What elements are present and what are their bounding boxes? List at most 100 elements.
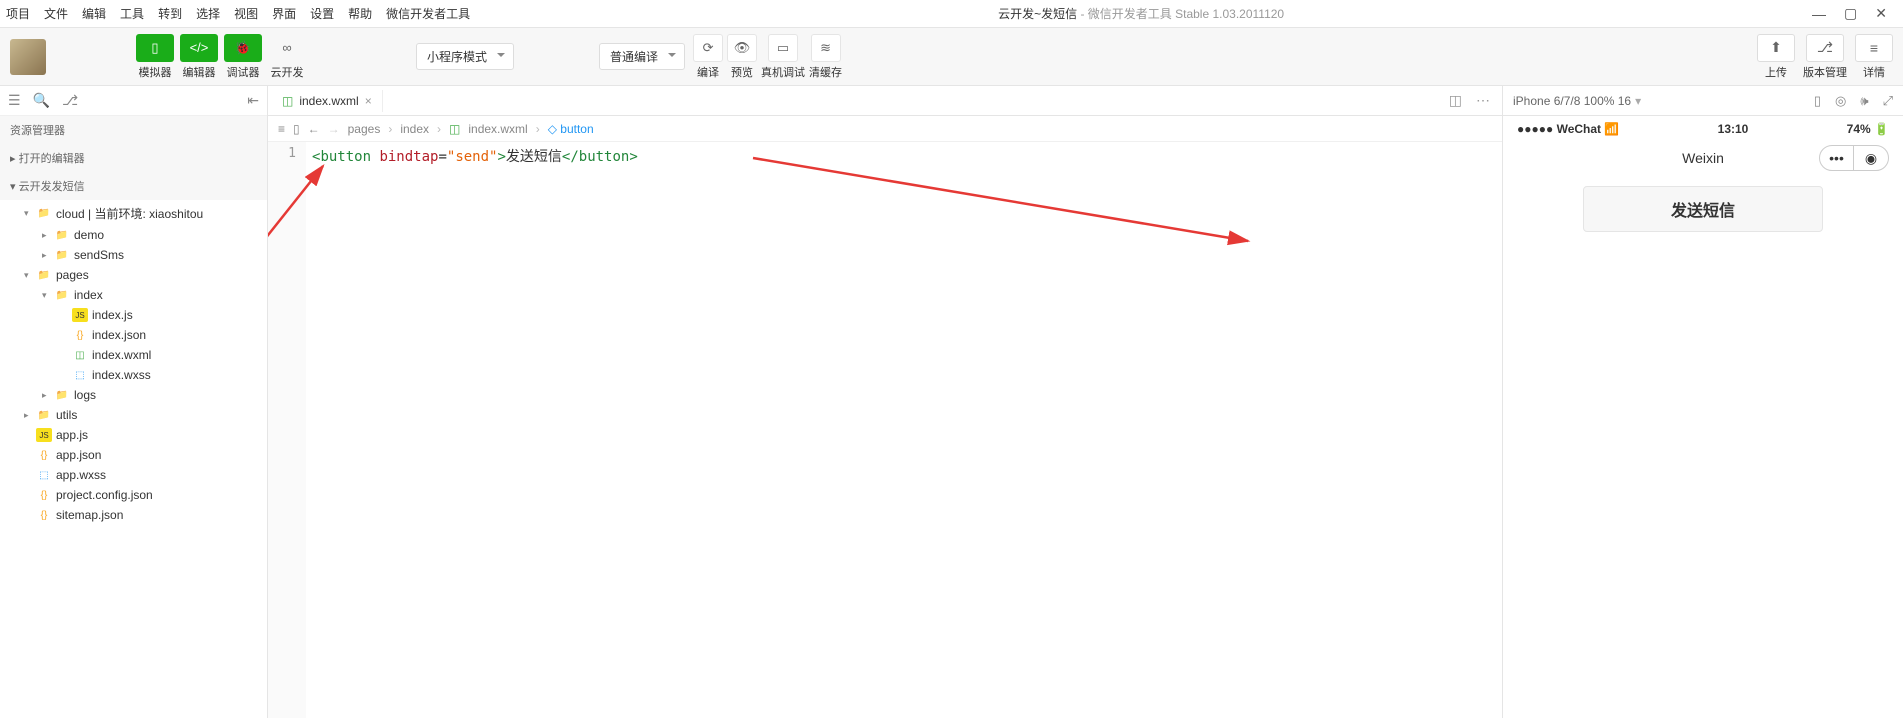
search-icon[interactable]: 🔍 [33,92,50,109]
bc-element[interactable]: ◇ button [548,122,594,136]
simulator-button[interactable]: ▯ 模拟器 [136,34,174,80]
compile-dropdown[interactable]: 普通编译 [599,43,685,70]
branch-icon[interactable]: ⎇ [62,92,78,109]
list-icon[interactable]: ☰ [8,92,21,109]
bc-pages[interactable]: pages [348,122,381,136]
open-editors-header[interactable]: ▸ 打开的编辑器 [0,144,267,172]
collapse-icon[interactable]: ⇤ [247,92,259,109]
close-icon[interactable]: ✕ [1875,5,1887,22]
back-icon[interactable]: ← [308,122,320,136]
chevron-down-icon[interactable]: ▾ [1635,94,1641,108]
stack-icon: ≋ [811,34,841,62]
phone-body: 发送短信 [1503,174,1903,244]
bc-index[interactable]: index [400,122,429,136]
tab-close-icon[interactable]: × [365,94,372,108]
version-button[interactable]: ⎇版本管理 [1803,34,1847,80]
tree-item-pages[interactable]: ▾📁pages [0,265,267,285]
toolbar: ▯ 模拟器 </> 编辑器 🐞 调试器 ∞ 云开发 小程序模式 普通编译 ⟳编译… [0,28,1903,86]
menu-微信开发者工具[interactable]: 微信开发者工具 [386,5,470,22]
tree-item-index-wxss[interactable]: ⬚index.wxss [0,365,267,385]
capsule-buttons: ••• ◉ [1819,145,1889,171]
branch-icon: ⎇ [1806,34,1844,62]
menu-项目[interactable]: 项目 [6,5,30,22]
split-icon[interactable]: ◫ [1449,92,1462,109]
tree-item-app-wxss[interactable]: ⬚app.wxss [0,465,267,485]
tree-item-project-config-json[interactable]: {}project.config.json [0,485,267,505]
device-selector[interactable]: iPhone 6/7/8 100% 16 [1513,94,1631,108]
capsule-more-icon[interactable]: ••• [1820,146,1854,170]
window-title: 云开发~发短信 - 微信开发者工具 Stable 1.03.2011120 [470,5,1812,22]
bug-icon: 🐞 [224,34,262,62]
menu-工具[interactable]: 工具 [120,5,144,22]
clear-cache-button[interactable]: ≋清缓存 [809,34,842,80]
bookmark-icon[interactable]: ▯ [293,122,300,136]
tree-item-cloud---------xiaoshitou[interactable]: ▾📁cloud | 当前环境: xiaoshitou [0,202,267,225]
menu-界面[interactable]: 界面 [272,5,296,22]
tree-item-app-js[interactable]: JSapp.js [0,425,267,445]
preview-button[interactable]: 👁预览 [727,34,757,80]
details-button[interactable]: ≡详情 [1855,34,1893,80]
menu-设置[interactable]: 设置 [310,5,334,22]
capsule-close-icon[interactable]: ◉ [1854,146,1888,170]
menu-转到[interactable]: 转到 [158,5,182,22]
tree-item-index-json[interactable]: {}index.json [0,325,267,345]
breadcrumb-row: ≡ ▯ ← → pages› index› ◫index.wxml› ◇ but… [268,116,1502,142]
tree-item-sendSms[interactable]: ▸📁sendSms [0,245,267,265]
mode-dropdown[interactable]: 小程序模式 [416,43,514,70]
doc-icon[interactable]: ≡ [278,122,285,136]
compile-button[interactable]: ⟳编译 [693,34,723,80]
tree-item-index-js[interactable]: JSindex.js [0,305,267,325]
refresh-icon: ⟳ [693,34,723,62]
project-header[interactable]: ▾ 云开发发短信 [0,172,267,200]
editor-button[interactable]: </> 编辑器 [180,34,218,80]
target-icon[interactable]: ◎ [1835,93,1846,109]
tree-item-utils[interactable]: ▸📁utils [0,405,267,425]
wifi-icon: 📶 [1604,122,1619,136]
minimize-icon[interactable]: — [1812,6,1826,22]
tree-item-demo[interactable]: ▸📁demo [0,225,267,245]
avatar[interactable] [10,39,46,75]
tree-item-index-wxml[interactable]: ◫index.wxml [0,345,267,365]
line-numbers: 1 [268,142,306,718]
nav-title: Weixin [1682,150,1724,166]
menubar: 项目文件编辑工具转到选择视图界面设置帮助微信开发者工具 [6,5,470,22]
eye-icon: 👁 [727,34,757,62]
debugger-button[interactable]: 🐞 调试器 [224,34,262,80]
file-tree: ▾📁cloud | 当前环境: xiaoshitou▸📁demo▸📁sendSm… [0,200,267,527]
titlebar: 项目文件编辑工具转到选择视图界面设置帮助微信开发者工具 云开发~发短信 - 微信… [0,0,1903,28]
simulator-header: iPhone 6/7/8 100% 16 ▾ ▯ ◎ 🕪 ⤢ [1503,86,1903,116]
more-icon[interactable]: ⋯ [1476,92,1490,109]
menu-视图[interactable]: 视图 [234,5,258,22]
send-sms-button[interactable]: 发送短信 [1583,186,1823,232]
device-icon[interactable]: ▯ [1814,93,1821,109]
menu-选择[interactable]: 选择 [196,5,220,22]
device-icon: ▭ [768,34,798,62]
remote-debug-button[interactable]: ▭真机调试 [761,34,805,80]
tree-item-sitemap-json[interactable]: {}sitemap.json [0,505,267,525]
explorer-header: 资源管理器 [0,116,267,144]
cloud-icon: ∞ [268,34,306,62]
tree-item-index[interactable]: ▾📁index [0,285,267,305]
tab-row: ◫ index.wxml × ◫ ⋯ [268,86,1502,116]
simulator-pane: iPhone 6/7/8 100% 16 ▾ ▯ ◎ 🕪 ⤢ ●●●●● WeCh… [1503,86,1903,718]
menu-文件[interactable]: 文件 [44,5,68,22]
code-content[interactable]: <button bindtap="send">发送短信</button> [306,142,644,718]
code-area[interactable]: 1 <button bindtap="send">发送短信</button> [268,142,1502,718]
tree-item-logs[interactable]: ▸📁logs [0,385,267,405]
sidebar: ☰ 🔍 ⎇ ⇤ 资源管理器 ▸ 打开的编辑器 ▾ 云开发发短信 ▾📁cloud … [0,86,268,718]
cloud-button[interactable]: ∞ 云开发 [268,34,306,80]
tree-item-app-json[interactable]: {}app.json [0,445,267,465]
forward-icon[interactable]: → [328,122,340,136]
menu-icon: ≡ [1855,34,1893,62]
window-controls: — ▢ ✕ [1812,5,1887,22]
expand-icon[interactable]: ⤢ [1883,93,1893,109]
battery-icon: 🔋 [1874,122,1889,136]
menu-帮助[interactable]: 帮助 [348,5,372,22]
bc-file[interactable]: index.wxml [468,122,527,136]
upload-button[interactable]: ⬆上传 [1757,34,1795,80]
maximize-icon[interactable]: ▢ [1844,5,1857,22]
sound-icon[interactable]: 🕪 [1860,93,1868,109]
phone-screen: ●●●●● WeChat 📶 13:10 74% 🔋 Weixin ••• ◉ … [1503,116,1903,718]
file-tab[interactable]: ◫ index.wxml × [272,90,383,112]
menu-编辑[interactable]: 编辑 [82,5,106,22]
